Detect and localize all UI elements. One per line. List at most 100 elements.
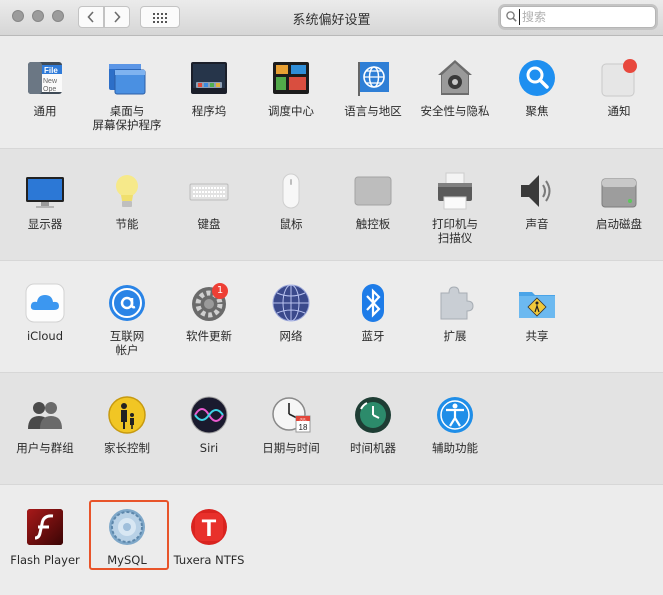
search-field[interactable] <box>500 6 656 28</box>
pane-printers-scanners[interactable]: 打印机与 扫描仪 <box>414 149 496 259</box>
row-system: 用户与群组 家长控制 Siri JUL 18 日期与时间 时间机器 辅助功能 <box>0 373 663 485</box>
spotlight-icon <box>519 60 555 96</box>
security-privacy-icon <box>438 60 472 95</box>
pane-label: 程序坞 <box>191 104 227 118</box>
pane-label: 家长控制 <box>104 441 150 455</box>
search-input[interactable] <box>519 9 652 25</box>
pane-label: 辅助功能 <box>432 441 478 455</box>
grid-dot <box>161 21 163 23</box>
pane-extensions[interactable]: 扩展 <box>414 261 496 371</box>
pane-sharing[interactable]: 共享 <box>496 261 578 371</box>
pane-accessibility[interactable]: 辅助功能 <box>414 373 496 483</box>
pane-keyboard[interactable]: 键盘 <box>168 149 250 259</box>
forward-button[interactable] <box>104 6 130 28</box>
grid-dot <box>153 13 155 15</box>
desktop-screensaver-icon <box>109 64 146 95</box>
users-groups-icon <box>28 402 62 429</box>
energy-saver-icon <box>116 175 138 207</box>
tuxera-glyph: T <box>202 515 217 542</box>
grid-dot <box>153 21 155 23</box>
pane-software-update[interactable]: 1 软件更新 <box>168 261 250 371</box>
pane-label: 键盘 <box>197 217 221 231</box>
pane-label: 扩展 <box>443 329 467 343</box>
pane-label: 节能 <box>115 217 139 231</box>
network-icon <box>272 284 310 322</box>
zoom-window-button[interactable] <box>52 10 64 22</box>
show-all-button[interactable] <box>140 6 180 28</box>
pane-desktop-screensaver[interactable]: 桌面与 屏幕保护程序 <box>86 36 168 146</box>
pane-displays[interactable]: 显示器 <box>4 149 86 259</box>
pane-network[interactable]: 网络 <box>250 261 332 371</box>
pane-label: 通知 <box>607 104 631 118</box>
pane-label: 共享 <box>525 329 549 343</box>
siri-icon <box>190 396 228 434</box>
pane-siri[interactable]: Siri <box>168 373 250 483</box>
pane-sound[interactable]: 声音 <box>496 149 578 259</box>
bluetooth-icon <box>362 284 384 322</box>
pane-dock[interactable]: 程序坞 <box>168 36 250 146</box>
pane-trackpad[interactable]: 触控板 <box>332 149 414 259</box>
mission-control-icon <box>273 62 309 94</box>
pane-energy-saver[interactable]: 节能 <box>86 149 168 259</box>
pane-label: 蓝牙 <box>361 329 385 343</box>
trackpad-icon <box>354 176 392 206</box>
accessibility-icon <box>437 397 473 433</box>
pane-flash-player[interactable]: Flash Player <box>4 485 86 595</box>
search-icon <box>506 11 517 22</box>
printers-scanners-icon <box>438 172 472 210</box>
keyboard-icon <box>189 183 229 201</box>
pane-label: 调度中心 <box>268 104 314 118</box>
pane-label: 鼠标 <box>279 217 303 231</box>
sound-icon <box>521 175 551 207</box>
pane-notifications[interactable]: 通知 <box>578 36 660 146</box>
flash-player-icon <box>27 509 63 545</box>
sharing-icon <box>519 292 555 318</box>
pane-time-machine[interactable]: 时间机器 <box>332 373 414 483</box>
general-icon-text-2: New <box>43 78 58 85</box>
grid-dot <box>161 13 163 15</box>
pane-users-groups[interactable]: 用户与群组 <box>4 373 86 483</box>
calendar-month: JUL <box>299 417 307 422</box>
pane-security-privacy[interactable]: 安全性与隐私 <box>414 36 496 146</box>
startup-disk-icon <box>601 178 637 208</box>
pane-date-time[interactable]: JUL 18 日期与时间 <box>250 373 332 483</box>
pane-mouse[interactable]: 鼠标 <box>250 149 332 259</box>
grid-dot <box>161 17 163 19</box>
pane-label: iCloud <box>26 329 64 343</box>
dock-icon <box>191 62 227 94</box>
pane-bluetooth[interactable]: 蓝牙 <box>332 261 414 371</box>
extensions-icon <box>440 286 474 320</box>
pane-startup-disk[interactable]: 启动磁盘 <box>578 149 660 259</box>
minimize-window-button[interactable] <box>32 10 44 22</box>
pane-label: 桌面与 屏幕保护程序 <box>92 104 162 132</box>
pane-general[interactable]: File New Ope 通用 <box>4 36 86 146</box>
pane-label: 触控板 <box>355 217 391 231</box>
language-region-icon <box>358 62 389 96</box>
pane-tuxera-ntfs[interactable]: T Tuxera NTFS <box>168 485 250 595</box>
pane-label: 软件更新 <box>186 329 232 343</box>
close-window-button[interactable] <box>12 10 24 22</box>
grid-dot <box>157 17 159 19</box>
grid-dot <box>165 13 167 15</box>
pane-label: 打印机与 扫描仪 <box>432 217 478 245</box>
pane-icloud[interactable]: iCloud <box>4 261 86 371</box>
pane-mission-control[interactable]: 调度中心 <box>250 36 332 146</box>
row-hardware: 显示器 节能 键盘 鼠标 触控板 打印机与 扫描仪 声音 启动磁盘 <box>0 149 663 261</box>
pane-spotlight[interactable]: 聚焦 <box>496 36 578 146</box>
displays-icon <box>26 177 64 208</box>
pane-internet-accounts[interactable]: 互联网 帐户 <box>86 261 168 371</box>
tuxera-ntfs-icon: T <box>191 509 227 545</box>
pane-label: 声音 <box>525 217 549 231</box>
update-count-badge: 1 <box>212 283 228 299</box>
general-icon: File New Ope <box>28 62 62 94</box>
pane-language-region[interactable]: 语言与地区 <box>332 36 414 146</box>
back-button[interactable] <box>78 6 104 28</box>
pane-parental-controls[interactable]: 家长控制 <box>86 373 168 483</box>
pane-label: 语言与地区 <box>344 104 402 118</box>
pane-label: 日期与时间 <box>262 441 320 455</box>
pane-label: 通用 <box>33 104 57 118</box>
mysql-highlight-box <box>89 500 169 570</box>
pane-label: 安全性与隐私 <box>420 104 490 118</box>
toolbar: 系统偏好设置 <box>0 0 663 36</box>
grid-dot <box>157 13 159 15</box>
